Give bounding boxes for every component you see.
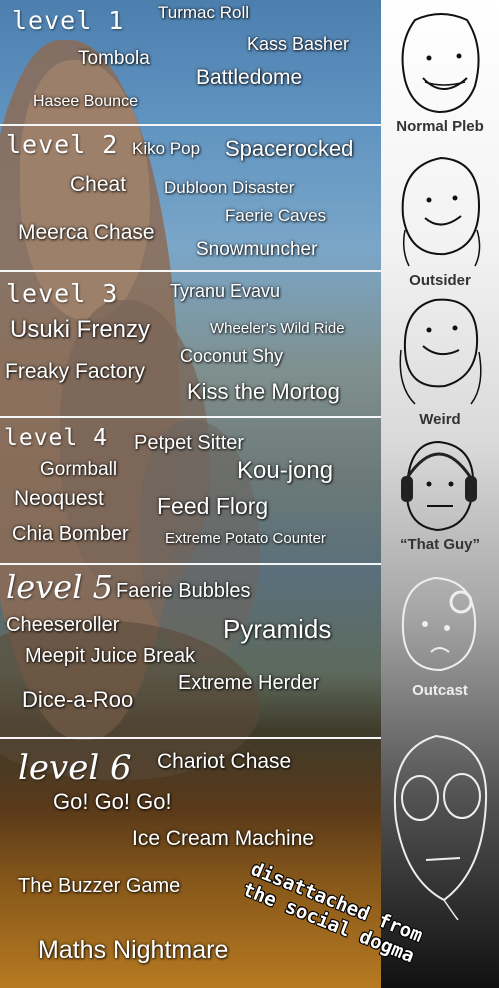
game-label: Kou-jong (237, 457, 334, 484)
game-label: The Buzzer Game (18, 875, 181, 897)
game-label: Neoquest (14, 487, 104, 510)
rank-that-guy: “That Guy” (399, 536, 480, 553)
game-label: Kass Basher (247, 34, 350, 54)
game-label: Pyramids (223, 614, 332, 644)
game-label: Battledome (196, 66, 303, 89)
game-label: Spacerocked (225, 136, 354, 161)
game-label: Petpet Sitter (134, 432, 245, 454)
game-label: Gormball (40, 459, 118, 480)
game-label: Dice-a-Roo (22, 687, 134, 712)
level-divider (0, 270, 381, 272)
game-label: Cheeseroller (6, 614, 120, 636)
that-guy-face-icon (401, 440, 477, 532)
game-label: Tyranu Evavu (170, 281, 281, 301)
game-label: Hasee Bounce (33, 93, 138, 110)
game-label: Go! Go! Go! (53, 789, 172, 814)
level-1-label: level 1 (12, 6, 125, 35)
game-label: Meepit Juice Break (25, 645, 196, 667)
level-divider (0, 563, 381, 565)
game-label: Extreme Herder (178, 672, 320, 694)
game-label: Ice Cream Machine (132, 827, 315, 850)
rank-weird: Weird (419, 411, 461, 428)
game-label: Maths Nightmare (38, 936, 229, 964)
game-label: Meerca Chase (18, 221, 155, 244)
game-label: Cheat (70, 173, 127, 196)
rank-outsider: Outsider (409, 272, 471, 289)
game-label: Feed Florg (157, 493, 269, 519)
game-label: Wheeler's Wild Ride (210, 320, 345, 337)
level-6-label: level 6 (18, 748, 132, 788)
game-label: Usuki Frenzy (10, 316, 151, 343)
rank-outcast: Outcast (412, 682, 468, 699)
rank-normal-pleb: Normal Pleb (396, 118, 484, 135)
game-label: Tombola (78, 48, 150, 69)
normal-pleb-face-icon (401, 13, 480, 114)
level-divider (0, 124, 381, 126)
game-label: Freaky Factory (5, 360, 146, 383)
level-5-label: level 5 (6, 568, 113, 606)
game-label: Faerie Bubbles (116, 580, 251, 602)
weird-face-icon (399, 298, 482, 405)
game-label: Dubloon Disaster (164, 178, 295, 197)
game-label: Kiko Pop (132, 139, 201, 158)
level-2-label: level 2 (6, 130, 119, 159)
game-label: Kiss the Mortog (187, 379, 340, 404)
alien-face-icon (393, 734, 488, 920)
game-label: Turmac Roll (158, 3, 249, 22)
game-label: Chariot Chase (157, 750, 292, 773)
level-3-label: level 3 (6, 279, 119, 308)
game-label: Coconut Shy (180, 346, 284, 366)
outsider-face-icon (401, 156, 481, 267)
game-label: Snowmuncher (196, 239, 318, 260)
level-divider (0, 737, 381, 739)
game-label: Faerie Caves (225, 206, 327, 225)
game-label: Extreme Potato Counter (165, 530, 326, 547)
game-label: Chia Bomber (12, 523, 129, 545)
level-4-label: level 4 (4, 425, 108, 451)
level-divider (0, 416, 381, 418)
outcast-face-icon (401, 576, 477, 672)
